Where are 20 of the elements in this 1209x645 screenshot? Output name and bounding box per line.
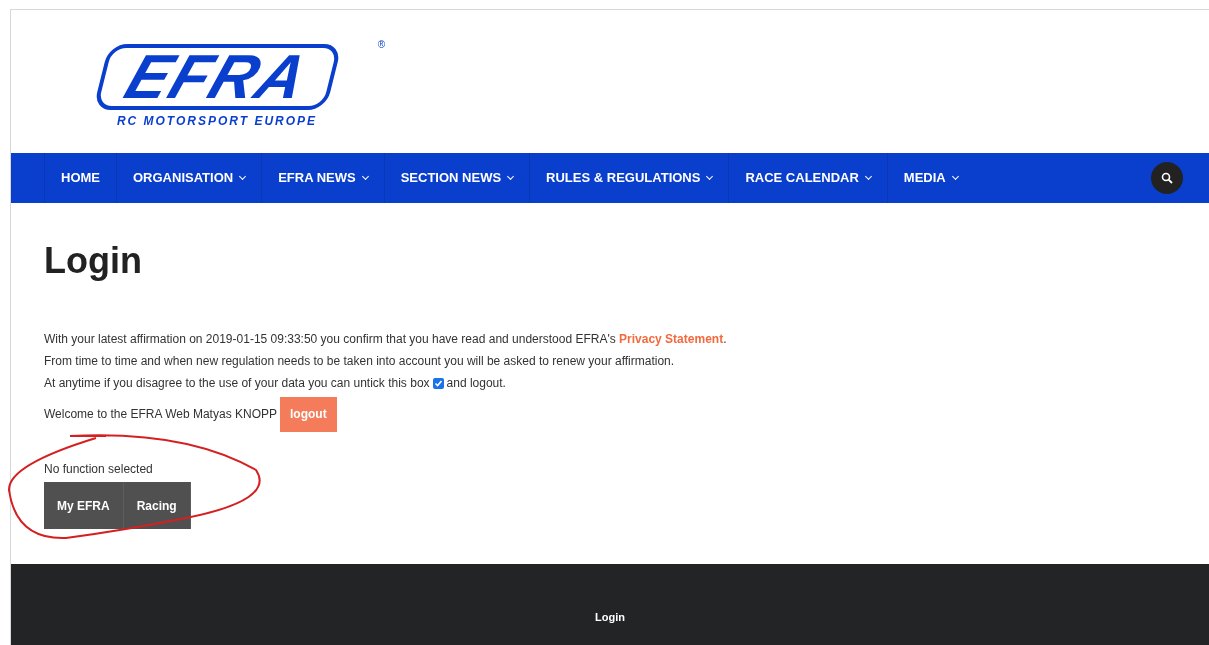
nav-item[interactable]: ORGANISATION (116, 153, 262, 203)
page-title: Login (44, 243, 143, 279)
function-status: No function selected (44, 461, 154, 478)
footer-label: Login (595, 609, 625, 625)
consent-text-end: and logout. (446, 375, 506, 392)
nav-item[interactable]: SECTION NEWS (383, 153, 530, 203)
nav-item[interactable]: HOME (44, 153, 116, 203)
function-button[interactable]: My EFRA (44, 482, 124, 529)
nav-item[interactable]: RACE CALENDAR (728, 153, 887, 203)
affirmation-text: With your latest affirmation on 2019-01-15 09:33:50 you confirm that you have read and understood EFRA's Privacy Statement. (44, 331, 728, 348)
renew-note: From time to time and when new regulation needs to be taken into account you will be asked to renew your affirmation. (44, 353, 676, 370)
nav-item[interactable]: MEDIA (886, 153, 974, 203)
nav-item[interactable]: RULES & REGULATIONS (529, 153, 729, 203)
nav-item[interactable]: EFRA NEWS (261, 153, 384, 203)
search-icon (1161, 172, 1173, 184)
welcome-text: Welcome to the EFRA Web Matyas KNOPP (44, 406, 277, 423)
function-button[interactable]: Racing (123, 482, 191, 529)
consent-checkbox[interactable] (432, 378, 444, 389)
consent-text: At anytime if you disagree to the use of your data you can untick this box (44, 375, 430, 392)
search-button[interactable] (1151, 162, 1183, 194)
